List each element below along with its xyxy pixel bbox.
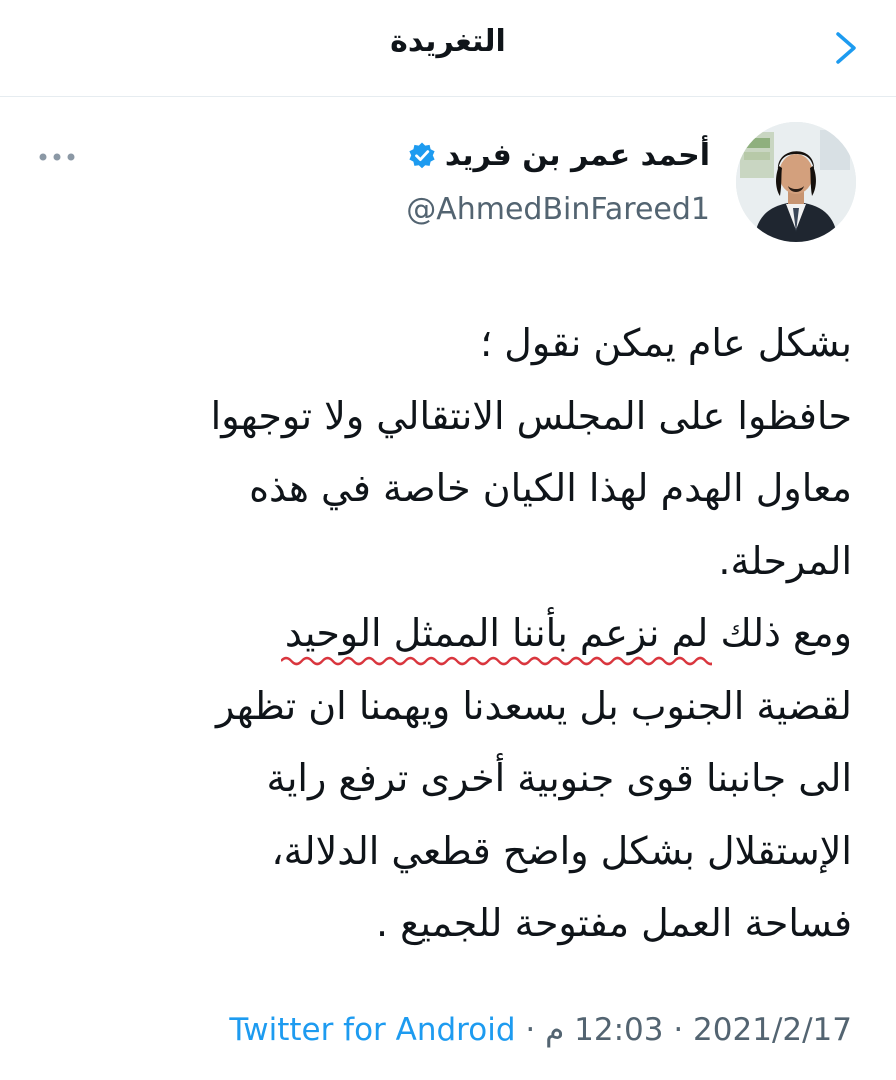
tweet-date: 2021/2/17 [693, 1012, 852, 1048]
top-bar: التغريدة [0, 0, 896, 97]
tweet-line: حافظوا على المجلس الانتقالي ولا توجهوا [210, 393, 852, 438]
more-options-button[interactable] [34, 142, 80, 172]
avatar[interactable] [736, 122, 856, 242]
profile-photo [736, 122, 856, 242]
verified-badge-icon [407, 141, 437, 171]
page-title: التغريدة [390, 24, 506, 59]
tweet-text: بشكل عام يمكن نقول ؛ حافظوا على المجلس ا… [40, 307, 852, 960]
chevron-right-icon [836, 32, 856, 64]
tweet-line-start: ومع ذلك [708, 611, 852, 655]
back-button[interactable] [832, 30, 862, 66]
tweet-meta: Twitter for Android · 12:03 م · 2021/2/1… [229, 1012, 852, 1048]
tweet-line: الى جانبنا قوى جنوبية أخرى ترفع راية [266, 756, 852, 800]
tweet-line: فساحة العمل مفتوحة للجميع . [375, 901, 852, 945]
underlined-phrase-text: لم نزعم بأننا الممثل الوحيد [284, 611, 709, 655]
tweet-line: ومع ذلك لم نزعم بأننا الممثل الوحيد [40, 597, 852, 670]
wavy-underline-mark [280, 656, 713, 665]
author-name-row[interactable]: أحمد عمر بن فريد [407, 138, 710, 173]
tweet-line: الإستقلال بشكل واضح قطعي الدلالة، [271, 828, 852, 873]
tweet-line: لقضية الجنوب بل يسعدنا ويهمنا ان تظهر [215, 683, 852, 728]
author-name: أحمد عمر بن فريد [444, 138, 710, 173]
tweet-line: بشكل عام يمكن نقول ؛ [480, 321, 852, 365]
source-link[interactable]: Twitter for Android [229, 1012, 515, 1048]
underlined-phrase: لم نزعم بأننا الممثل الوحيد [280, 597, 713, 670]
tweet-line: معاول الهدم لهذا الكيان خاصة في هذه [249, 466, 852, 510]
meta-separator: · [663, 1012, 694, 1048]
tweet-time: 12:03 م [545, 1012, 664, 1048]
tweet-line: المرحلة. [718, 538, 852, 583]
more-horizontal-icon [39, 153, 75, 161]
author-handle[interactable]: @AhmedBinFareed1 [406, 192, 710, 227]
meta-separator: · [515, 1012, 546, 1048]
